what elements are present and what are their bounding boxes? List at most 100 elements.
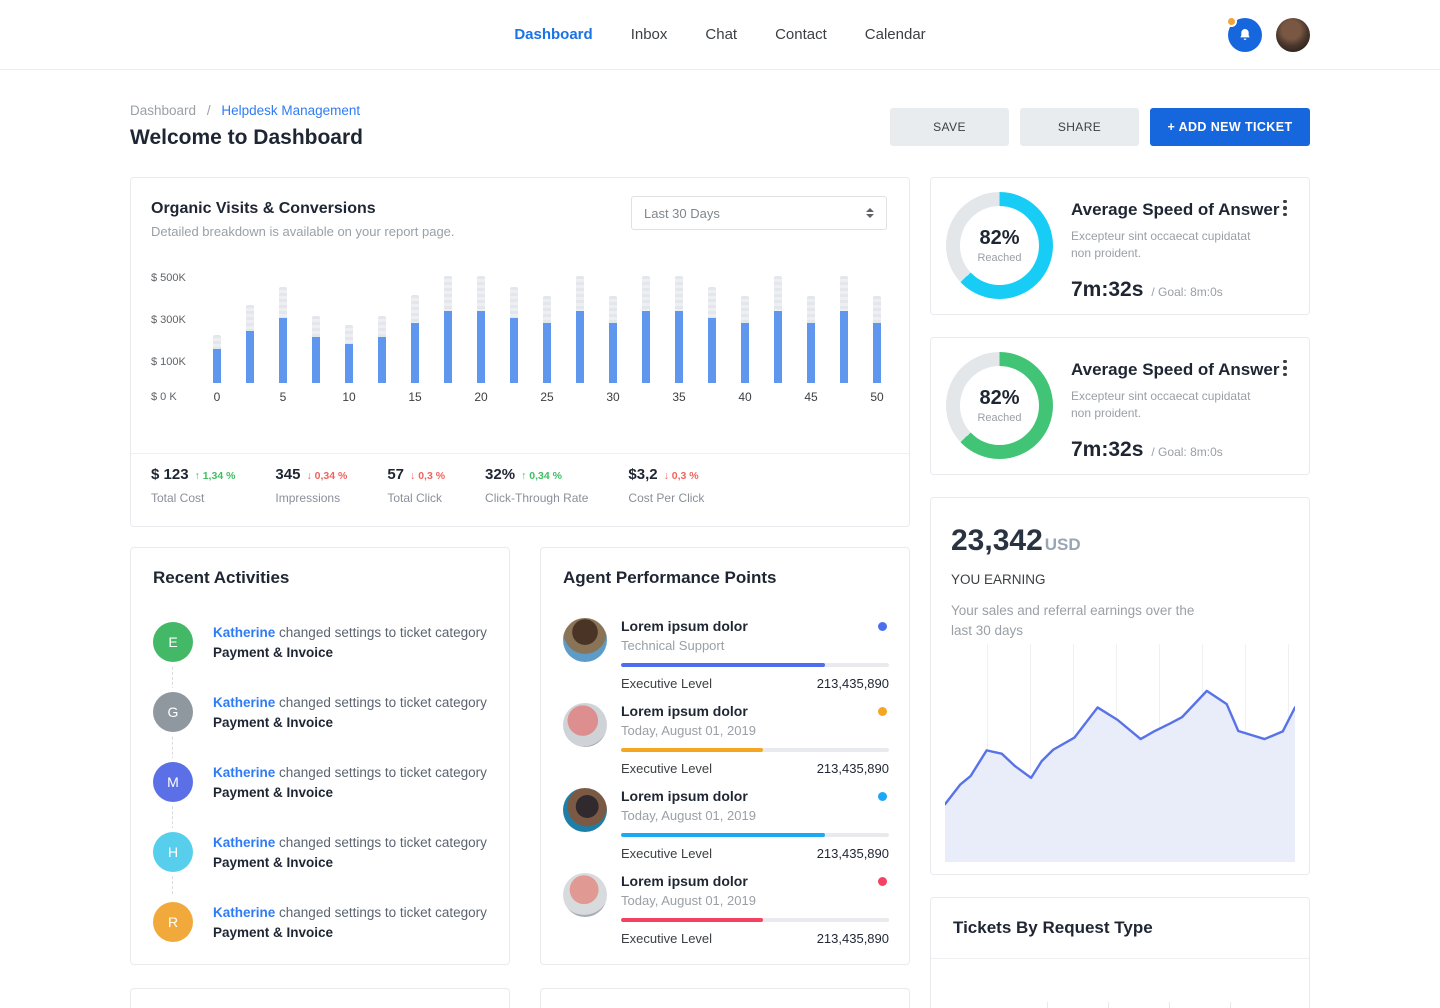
- agent-subtitle: Today, August 01, 2019: [621, 893, 889, 908]
- agent-level-label: Executive Level: [621, 931, 712, 946]
- agent-progress-fill: [621, 918, 763, 922]
- stat-total-cost: $ 123 ↑ 1,34 % Total Cost: [151, 466, 235, 505]
- agent-item[interactable]: Lorem ipsum dolor Today, August 01, 2019…: [563, 695, 889, 780]
- agent-performance-title: Agent Performance Points: [563, 568, 777, 588]
- y-axis-zero-label: $ 0 K: [151, 391, 177, 403]
- speed-goal: / Goal: 8m:0s: [1151, 445, 1222, 459]
- earnings-area-chart: [945, 644, 1295, 862]
- stat-ctr: 32% ↑ 0,34 % Click-Through Rate: [485, 466, 588, 505]
- share-button[interactable]: SHARE: [1020, 108, 1139, 146]
- nav-right-cluster: [1228, 18, 1310, 52]
- breadcrumb: Dashboard / Helpdesk Management: [130, 103, 360, 118]
- avg-speed-card-1: 82% Reached Average Speed of Answer Exce…: [930, 177, 1310, 315]
- stats-divider: [131, 453, 909, 454]
- agent-avatar: [563, 703, 607, 747]
- bar: [345, 273, 353, 383]
- nav-item-inbox[interactable]: Inbox: [631, 26, 668, 43]
- speed-card-desc: Excepteur sint occaecat cupidatat non pr…: [1071, 228, 1271, 262]
- organic-bar-chart: $ 500K$ 300K$ 100K: [151, 273, 891, 383]
- bar: [741, 273, 749, 383]
- agent-list: Lorem ipsum dolor Technical Support Exec…: [563, 610, 889, 950]
- speed-card-title: Average Speed of Answer: [1071, 360, 1279, 380]
- breadcrumb-parent[interactable]: Dashboard: [130, 103, 196, 118]
- user-avatar[interactable]: [1276, 18, 1310, 52]
- notification-badge: [1226, 16, 1237, 27]
- earnings-currency: USD: [1045, 535, 1081, 555]
- page-title: Welcome to Dashboard: [130, 126, 363, 150]
- bar: [510, 273, 518, 383]
- stat-value: 32%: [485, 466, 515, 483]
- bar: [279, 273, 287, 383]
- agent-avatar: [563, 788, 607, 832]
- bar: [708, 273, 716, 383]
- tickets-title: Tickets By Request Type: [953, 918, 1153, 938]
- stat-label: Cost Per Click: [628, 491, 704, 505]
- bottom-card-stub-left: [130, 988, 510, 1008]
- earnings-card: 23,342 USD YOU EARNING Your sales and re…: [930, 497, 1310, 875]
- activity-timeline: E Katherine changed settings to ticket c…: [153, 622, 491, 954]
- agent-avatar: [563, 618, 607, 662]
- nav-item-calendar[interactable]: Calendar: [865, 26, 926, 43]
- earnings-amount: 23,342: [951, 524, 1043, 558]
- bell-icon: [1237, 27, 1253, 43]
- status-dot: [878, 622, 887, 631]
- nav-item-contact[interactable]: Contact: [775, 26, 827, 43]
- tickets-by-request-card: Tickets By Request Type: [930, 897, 1310, 1008]
- bar: [609, 273, 617, 383]
- notifications-button[interactable]: [1228, 18, 1262, 52]
- agent-item[interactable]: Lorem ipsum dolor Today, August 01, 2019…: [563, 865, 889, 950]
- bar: [774, 273, 782, 383]
- date-range-select[interactable]: Last 30 Days: [631, 196, 887, 230]
- activity-text: Katherine changed settings to ticket cat…: [213, 902, 487, 943]
- activity-avatar: R: [153, 902, 193, 942]
- more-options-icon[interactable]: [1275, 196, 1295, 220]
- stat-delta: ↑ 0,34 %: [521, 470, 562, 482]
- bar: [312, 273, 320, 383]
- bar: [873, 273, 881, 383]
- status-dot: [878, 707, 887, 716]
- agent-progress-fill: [621, 833, 825, 837]
- bar: [477, 273, 485, 383]
- stat-label: Total Click: [387, 491, 445, 505]
- activity-avatar: G: [153, 692, 193, 732]
- stat-delta: ↓ 0,3 %: [410, 470, 445, 482]
- stat-cpc: $3,2 ↓ 0,3 % Cost Per Click: [628, 466, 704, 505]
- speed-card-title: Average Speed of Answer: [1071, 200, 1279, 220]
- speed-time: 7m:32s: [1071, 438, 1143, 462]
- donut-label: Reached: [977, 252, 1021, 264]
- agent-progress-fill: [621, 663, 825, 667]
- agent-progress-track: [621, 833, 889, 837]
- breadcrumb-current[interactable]: Helpdesk Management: [221, 103, 360, 118]
- more-options-icon[interactable]: [1275, 356, 1295, 380]
- status-dot: [878, 877, 887, 886]
- dashboard-page: Dashboard Inbox Chat Contact Calendar Da…: [0, 0, 1440, 1008]
- agent-item[interactable]: Lorem ipsum dolor Technical Support Exec…: [563, 610, 889, 695]
- activity-text: Katherine changed settings to ticket cat…: [213, 832, 487, 873]
- stat-impressions: 345 ↓ 0,34 % Impressions: [275, 466, 347, 505]
- add-new-ticket-button[interactable]: + ADD NEW TICKET: [1150, 108, 1310, 146]
- activity-item[interactable]: R Katherine changed settings to ticket c…: [153, 902, 491, 943]
- nav-item-chat[interactable]: Chat: [705, 26, 737, 43]
- save-button[interactable]: SAVE: [890, 108, 1009, 146]
- breadcrumb-separator: /: [207, 103, 211, 118]
- activity-item[interactable]: M Katherine changed settings to ticket c…: [153, 762, 491, 803]
- activity-item[interactable]: E Katherine changed settings to ticket c…: [153, 622, 491, 663]
- nav-item-dashboard[interactable]: Dashboard: [514, 26, 592, 43]
- donut-center-text: 82% Reached: [946, 192, 1053, 299]
- bar: [378, 273, 386, 383]
- speed-card-desc: Excepteur sint occaecat cupidatat non pr…: [1071, 388, 1271, 422]
- bar: [444, 273, 452, 383]
- bar: [246, 273, 254, 383]
- agent-item[interactable]: Lorem ipsum dolor Today, August 01, 2019…: [563, 780, 889, 865]
- activity-item[interactable]: H Katherine changed settings to ticket c…: [153, 832, 491, 873]
- agent-name: Lorem ipsum dolor: [621, 703, 889, 719]
- stat-label: Total Cost: [151, 491, 235, 505]
- activity-avatar: M: [153, 762, 193, 802]
- earnings-description: Your sales and referral earnings over th…: [951, 601, 1201, 641]
- organic-bar-plot: [213, 273, 881, 383]
- activity-text: Katherine changed settings to ticket cat…: [213, 762, 487, 803]
- activity-avatar: E: [153, 622, 193, 662]
- agent-name: Lorem ipsum dolor: [621, 788, 889, 804]
- agent-subtitle: Technical Support: [621, 638, 889, 653]
- activity-item[interactable]: G Katherine changed settings to ticket c…: [153, 692, 491, 733]
